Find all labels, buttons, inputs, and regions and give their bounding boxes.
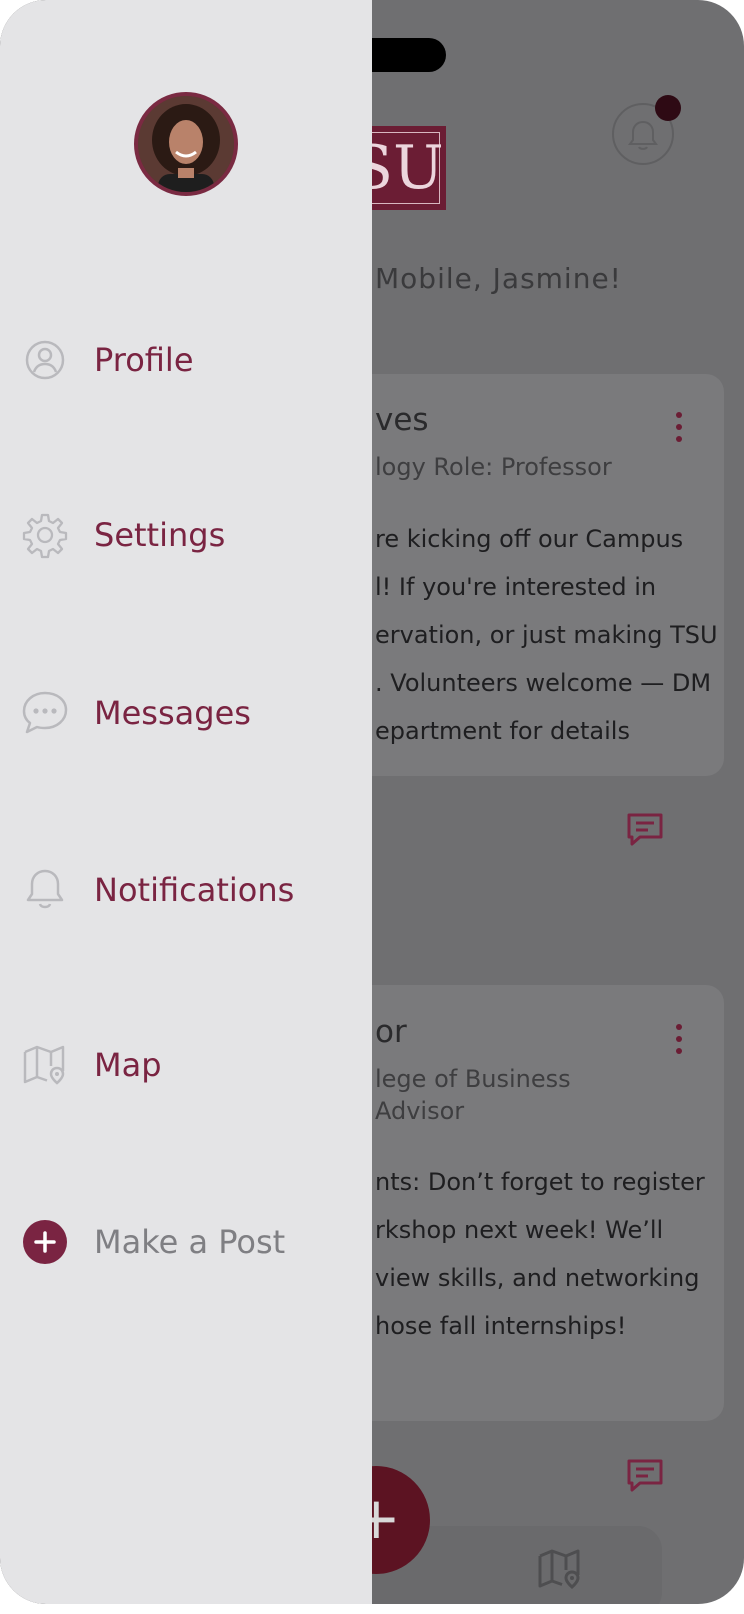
map-icon [538, 1549, 580, 1589]
drawer-item-notifications[interactable]: Notifications [20, 860, 294, 920]
comment-button[interactable] [626, 1458, 664, 1494]
drawer-item-make-post[interactable]: Make a Post [20, 1212, 285, 1272]
drawer-item-label: Profile [94, 341, 194, 379]
post-body-line: epartment for details [375, 717, 630, 745]
map-pin-icon [20, 1040, 70, 1090]
post-body: nts: Don’t forget to register rkshop nex… [375, 1158, 705, 1350]
comment-icon [627, 813, 663, 846]
post-options-icon[interactable] [676, 412, 682, 448]
drawer-item-label: Messages [94, 694, 251, 732]
gear-icon [20, 510, 70, 560]
drawer-item-messages[interactable]: Messages [20, 683, 251, 743]
post-body-line: ervation, or just making TSU [375, 621, 718, 649]
post-meta-line: Advisor [375, 1097, 465, 1125]
drawer-item-label: Settings [94, 516, 226, 554]
drawer-item-map[interactable]: Map [20, 1035, 162, 1095]
bell-icon [20, 865, 70, 915]
comment-button[interactable] [626, 812, 664, 848]
post-body-line: rkshop next week! We’ll [375, 1216, 664, 1244]
post-body-line: . Volunteers welcome — DM [375, 669, 712, 697]
avatar-portrait [138, 96, 234, 192]
chat-bubble-icon [20, 688, 70, 738]
drawer-item-label: Make a Post [94, 1223, 286, 1261]
drawer-item-settings[interactable]: Settings [20, 505, 225, 565]
post-body-line: view skills, and networking [375, 1264, 700, 1292]
post-body-line: re kicking off our Campus [375, 525, 684, 553]
side-drawer: Profile Settings Messages Notifications … [0, 0, 372, 1604]
profile-avatar[interactable] [134, 92, 238, 196]
app-screen: SU Mobile, Jasmine! ves logy Role: Profe… [0, 0, 744, 1604]
user-circle-icon [20, 335, 70, 385]
post-author: or [375, 1014, 407, 1050]
post-meta-line: lege of Business [375, 1065, 571, 1093]
post-meta: logy Role: Professor [375, 453, 612, 481]
post-meta: lege of Business Advisor [375, 1063, 571, 1127]
post-author: ves [375, 402, 429, 438]
comment-icon [627, 1459, 663, 1492]
post-body-line: nts: Don’t forget to register [375, 1168, 705, 1196]
drawer-item-label: Map [94, 1046, 162, 1084]
drawer-item-profile[interactable]: Profile [20, 330, 194, 390]
welcome-text: Mobile, Jasmine! [375, 262, 622, 295]
notification-badge [655, 95, 681, 121]
post-body-line: hose fall internships! [375, 1312, 627, 1340]
post-body: re kicking off our Campus l! If you're i… [375, 515, 718, 755]
drawer-item-label: Notifications [94, 871, 295, 909]
post-body-line: l! If you're interested in [375, 573, 657, 601]
map-nav-button[interactable] [537, 1548, 583, 1594]
plus-circle-icon [20, 1217, 70, 1267]
post-options-icon[interactable] [676, 1024, 682, 1060]
